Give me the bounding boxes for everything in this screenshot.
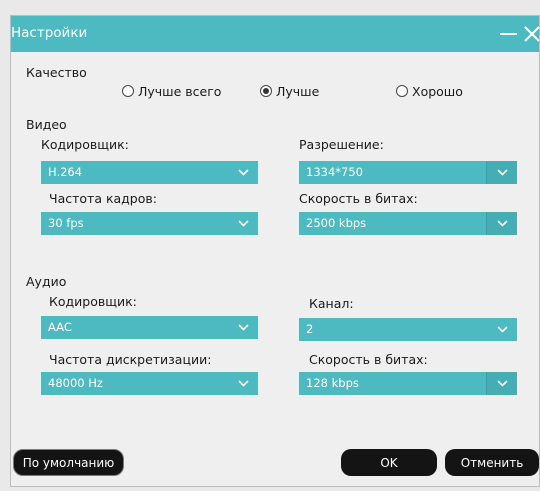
quality-radio-good[interactable]: Хорошо	[396, 83, 463, 99]
quality-radio-better[interactable]: Лучше	[260, 83, 319, 99]
video-section-label: Видео	[26, 117, 67, 132]
chevron-down-icon	[228, 161, 258, 184]
video-encoder-label: Кодировщик:	[41, 137, 129, 152]
chevron-down-icon	[228, 316, 258, 339]
resolution-select[interactable]: 1334*750	[299, 161, 517, 184]
video-bitrate-value: 2500 kbps	[306, 216, 367, 230]
audio-encoder-label: Кодировщик:	[49, 294, 137, 309]
quality-radio-best[interactable]: Лучше всего	[122, 83, 221, 99]
samplerate-label: Частота дискретизации:	[49, 352, 212, 367]
channel-label: Канал:	[309, 296, 354, 311]
cancel-button[interactable]: Отменить	[445, 449, 539, 476]
channel-value: 2	[306, 322, 314, 336]
video-bitrate-select[interactable]: 2500 kbps	[299, 212, 517, 235]
resolution-label: Разрешение:	[299, 137, 384, 152]
audio-bitrate-select[interactable]: 128 kbps	[299, 372, 517, 395]
close-button[interactable]	[519, 16, 540, 52]
radio-checked-icon	[260, 85, 272, 97]
framerate-label: Частота кадров:	[49, 191, 157, 206]
window-title: Настройки	[11, 25, 88, 41]
ok-button[interactable]: OK	[341, 449, 437, 476]
quality-option-label: Хорошо	[412, 83, 463, 99]
framerate-value: 30 fps	[48, 216, 84, 230]
title-bar[interactable]: Настройки	[11, 16, 540, 52]
default-button[interactable]: По умолчанию	[13, 449, 124, 476]
minimize-icon	[499, 33, 517, 35]
audio-bitrate-label: Скорость в битах:	[309, 352, 428, 367]
channel-select[interactable]: 2	[299, 318, 517, 341]
settings-dialog: Настройки Качество Лучше всего Лучше Хор…	[10, 15, 540, 487]
radio-icon	[122, 85, 134, 97]
chevron-down-icon	[486, 161, 517, 184]
radio-icon	[396, 85, 408, 97]
quality-label: Качество	[26, 65, 87, 80]
video-encoder-value: H.264	[48, 165, 83, 179]
samplerate-value: 48000 Hz	[48, 376, 103, 390]
quality-option-label: Лучше всего	[138, 83, 222, 99]
audio-section-label: Аудио	[26, 274, 67, 289]
quality-option-label: Лучше	[276, 83, 320, 99]
audio-encoder-value: AAC	[48, 320, 72, 334]
video-bitrate-label: Скорость в битах:	[299, 191, 418, 206]
close-icon	[524, 26, 540, 42]
chevron-down-icon	[486, 372, 517, 395]
audio-encoder-select[interactable]: AAC	[41, 316, 258, 339]
chevron-down-icon	[228, 212, 258, 235]
chevron-down-icon	[228, 372, 258, 395]
chevron-down-icon	[487, 318, 517, 341]
resolution-value: 1334*750	[306, 165, 363, 179]
minimize-button[interactable]	[495, 16, 521, 52]
audio-bitrate-value: 128 kbps	[306, 376, 359, 390]
chevron-down-icon	[486, 212, 517, 235]
video-encoder-select[interactable]: H.264	[41, 161, 258, 184]
samplerate-select[interactable]: 48000 Hz	[41, 372, 258, 395]
framerate-select[interactable]: 30 fps	[41, 212, 258, 235]
